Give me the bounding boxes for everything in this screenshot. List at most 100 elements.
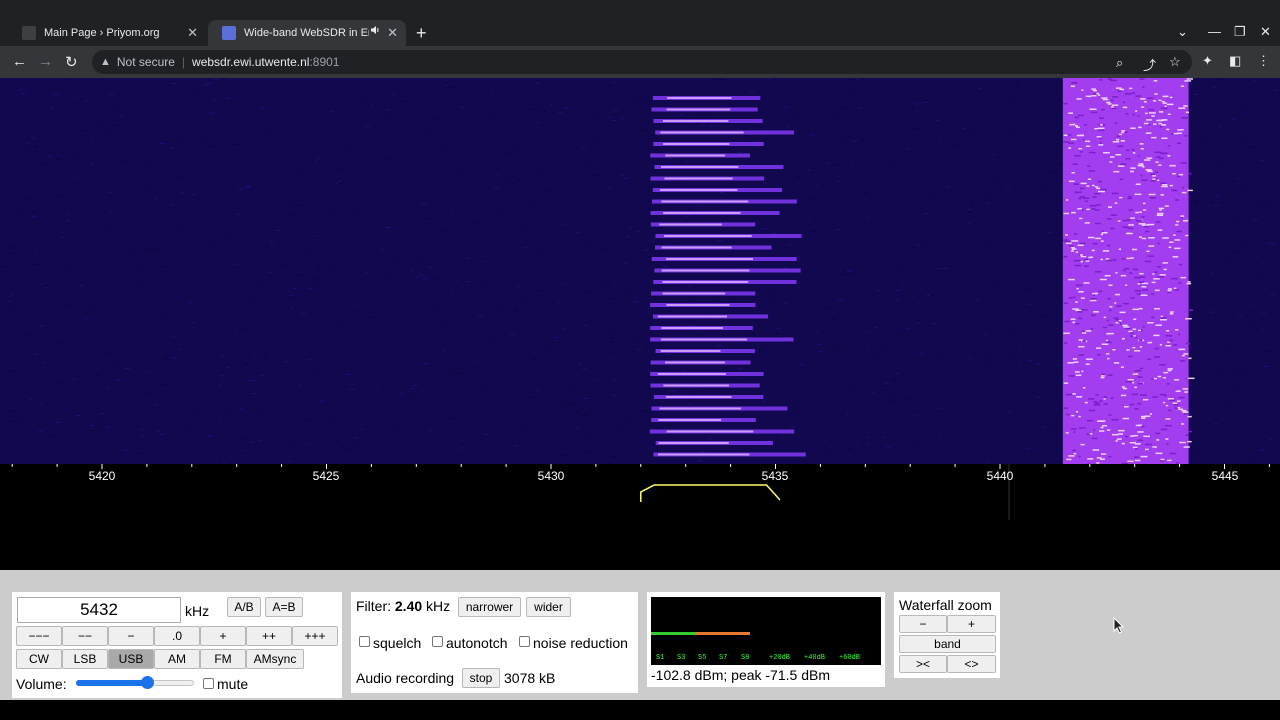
waterfall-canvas[interactable] — [0, 78, 1280, 464]
mode-lsb-button[interactable]: LSB — [62, 649, 108, 669]
squelch-checkbox[interactable] — [359, 636, 370, 647]
mode-amsync-button[interactable]: AMsync — [246, 649, 304, 669]
a-equals-b-button[interactable]: A=B — [265, 597, 303, 617]
step-up-1-button[interactable]: + — [200, 626, 246, 646]
broadband-signal-texture — [1090, 327, 1093, 330]
waterfall-noise — [825, 162, 830, 164]
waterfall-noise — [325, 116, 328, 118]
zoom-narrow-button[interactable]: >< — [899, 655, 947, 673]
waterfall-noise — [263, 351, 267, 353]
broadband-signal-texture — [1134, 386, 1137, 389]
waterfall-display[interactable] — [0, 78, 1280, 464]
close-window-icon[interactable]: ✕ — [1260, 24, 1271, 40]
broadband-signal-texture — [1147, 170, 1153, 173]
frequency-input[interactable] — [17, 597, 181, 623]
extensions-puzzle-icon[interactable]: ✦ — [1202, 53, 1213, 69]
scale-canvas[interactable] — [0, 464, 1280, 570]
step-up-2-button[interactable]: ++ — [246, 626, 292, 646]
waterfall-noise — [207, 435, 213, 437]
tab-priyom[interactable]: Main Page › Priyom.org ✕ — [8, 20, 206, 46]
broadband-signal-texture — [1139, 211, 1142, 213]
waterfall-noise — [33, 145, 38, 147]
broadband-signal-texture — [1184, 135, 1188, 137]
broadband-signal-texture — [1115, 440, 1119, 442]
broadband-signal-texture — [1161, 185, 1168, 188]
broadband-signal-texture — [1169, 399, 1176, 402]
broadband-signal-texture — [1135, 424, 1141, 427]
broadband-signal-texture — [1140, 394, 1147, 396]
broadband-signal-texture — [1119, 178, 1124, 181]
waterfall-noise — [115, 106, 122, 108]
mode-am-button[interactable]: AM — [154, 649, 200, 669]
broadband-signal-texture — [1080, 260, 1084, 263]
side-panel-icon[interactable]: ◧ — [1229, 53, 1241, 69]
broadband-signal-texture — [1068, 278, 1075, 281]
broadband-signal-texture — [1134, 193, 1142, 196]
signal-stripe-core — [663, 143, 730, 145]
step-up-3-button[interactable]: +++ — [292, 626, 338, 646]
narrower-button[interactable]: narrower — [458, 597, 521, 617]
broadband-signal-texture — [1138, 223, 1146, 225]
noise-reduction-checkbox[interactable] — [519, 636, 530, 647]
stop-recording-button[interactable]: stop — [462, 668, 500, 688]
waterfall-noise — [290, 307, 294, 309]
step-down-1-button[interactable]: − — [108, 626, 154, 646]
waterfall-noise — [1265, 351, 1271, 353]
broadband-signal-texture — [1139, 346, 1143, 348]
broadband-signal-texture — [1147, 97, 1154, 99]
address-bar[interactable]: ▲ Not secure | websdr.ewi.utwente.nl:890… — [92, 50, 1192, 74]
restore-icon[interactable]: ❐ — [1234, 24, 1246, 40]
tab-close-icon[interactable]: ✕ — [387, 25, 398, 41]
broadband-signal-texture — [1157, 179, 1160, 182]
broadband-signal-texture — [1127, 227, 1134, 230]
waterfall-noise — [24, 197, 30, 199]
ab-button[interactable]: A/B — [227, 597, 261, 617]
mode-usb-button[interactable]: USB — [108, 649, 154, 669]
zoom-in-button[interactable]: + — [947, 615, 996, 633]
tab-close-icon[interactable]: ✕ — [187, 25, 198, 41]
mute-checkbox[interactable] — [203, 678, 214, 689]
waterfall-noise — [1018, 345, 1022, 347]
autonotch-checkbox[interactable] — [432, 636, 443, 647]
waterfall-noise — [395, 260, 399, 262]
zoom-widen-button[interactable]: <> — [947, 655, 996, 673]
zoom-out-button[interactable]: − — [899, 615, 947, 633]
waterfall-noise — [550, 103, 553, 105]
step-down-2-button[interactable]: −− — [62, 626, 108, 646]
zoom-magnifier-icon[interactable]: ⌕ — [1116, 55, 1123, 71]
tab-websdr[interactable]: Wide-band WebSDR in Enschede ✕ — [208, 20, 406, 46]
waterfall-noise — [29, 398, 33, 400]
broadband-signal-texture — [1177, 406, 1181, 409]
minimize-icon[interactable]: — — [1208, 24, 1221, 39]
wider-button[interactable]: wider — [526, 597, 571, 617]
waterfall-noise — [208, 145, 214, 147]
waterfall-noise — [242, 328, 246, 330]
signal-stripe-core — [667, 97, 732, 99]
frequency-scale[interactable] — [0, 464, 1280, 570]
broadband-signal-texture — [1073, 452, 1077, 455]
waterfall-noise — [750, 91, 755, 93]
broadband-signal-texture — [1078, 197, 1082, 200]
reload-icon[interactable]: ↻ — [65, 53, 78, 71]
mode-fm-button[interactable]: FM — [200, 649, 246, 669]
broadband-signal-texture — [1082, 197, 1090, 199]
new-tab-button[interactable]: + — [416, 24, 427, 42]
tab-search-chevron-icon[interactable]: ⌄ — [1177, 24, 1188, 40]
menu-dots-icon[interactable]: ⋮ — [1257, 53, 1270, 69]
round-button[interactable]: .0 — [154, 626, 200, 646]
broadband-signal-texture — [1132, 308, 1139, 311]
back-arrow-icon[interactable]: ← — [12, 53, 27, 70]
broadband-signal-texture — [1159, 126, 1163, 128]
waterfall-noise — [776, 332, 779, 334]
waterfall-noise — [154, 249, 161, 251]
mode-cw-button[interactable]: CW — [16, 649, 62, 669]
volume-slider-thumb[interactable] — [140, 676, 154, 689]
waterfall-noise — [47, 295, 51, 297]
waterfall-noise — [624, 319, 628, 321]
speaker-icon[interactable] — [370, 25, 380, 38]
zoom-band-button[interactable]: band — [899, 635, 996, 653]
bookmark-star-icon[interactable]: ☆ — [1169, 54, 1181, 70]
step-down-3-button[interactable]: −−− — [16, 626, 62, 646]
forward-arrow-icon[interactable]: → — [38, 53, 53, 70]
share-icon[interactable]: ⤴ — [1143, 55, 1156, 74]
